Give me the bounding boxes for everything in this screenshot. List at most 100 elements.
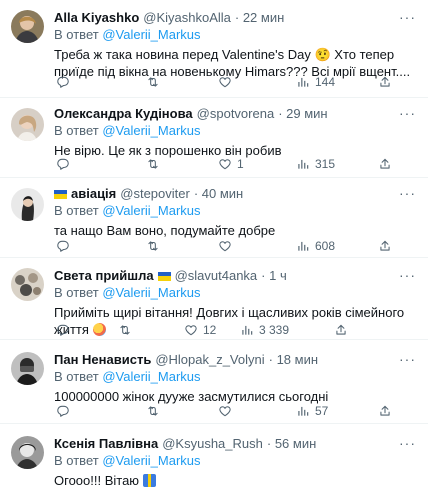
author-handle[interactable]: @stepoviter <box>120 186 190 202</box>
mention-link[interactable]: @Valerii_Markus <box>102 369 200 384</box>
avatar[interactable] <box>11 268 44 301</box>
reply-context: В ответ @Valerii_Markus <box>54 27 416 43</box>
tweet[interactable]: Alla Kiyashko @KiyashkoAlla · 22 мин ···… <box>0 0 428 98</box>
timestamp[interactable]: · 29 мин <box>278 106 327 122</box>
more-icon[interactable]: ··· <box>399 352 416 366</box>
views-button[interactable]: 3 339 <box>240 323 289 337</box>
timestamp[interactable]: · 40 мин <box>194 186 243 202</box>
mention-link[interactable]: @Valerii_Markus <box>102 285 200 300</box>
views-count: 315 <box>315 157 336 171</box>
tweet-text: Огоoo!!! Вітаю <box>54 473 140 488</box>
avatar[interactable] <box>11 10 44 43</box>
reply-prefix: В ответ <box>54 285 99 300</box>
author-handle[interactable]: @KiyashkoAlla <box>143 10 231 26</box>
like-icon <box>218 404 232 418</box>
tweet[interactable]: Олександра Кудінова @spotvorena · 29 мин… <box>0 98 428 178</box>
retweet-button[interactable] <box>146 75 165 89</box>
author-name[interactable]: Ксенія Павлівна <box>54 436 158 452</box>
author-handle[interactable]: @Ksyusha_Rush <box>162 436 263 452</box>
retweet-icon <box>118 323 132 337</box>
mention-link[interactable]: @Valerii_Markus <box>102 27 200 42</box>
tweet-text: та нащо Вам воно, подумайте добре <box>54 223 276 238</box>
reply-button[interactable] <box>56 323 75 337</box>
retweet-button[interactable] <box>118 323 137 337</box>
tweet[interactable]: Света прийшла @slavut4anka · 1 ч ··· В о… <box>0 258 428 340</box>
share-button[interactable] <box>378 75 392 89</box>
share-icon <box>378 157 392 171</box>
views-count: 3 339 <box>259 323 290 337</box>
reply-button[interactable] <box>56 157 75 171</box>
reply-context: В ответ @Valerii_Markus <box>54 203 416 219</box>
like-button[interactable] <box>218 75 237 89</box>
tweet-text: 100000000 жінок дууже засмутилися сьогод… <box>54 389 329 404</box>
more-icon[interactable]: ··· <box>399 268 416 282</box>
retweet-icon <box>146 75 160 89</box>
retweet-icon <box>146 157 160 171</box>
like-icon <box>218 75 232 89</box>
like-icon <box>184 323 198 337</box>
views-button[interactable]: 144 <box>296 75 335 89</box>
tweet-text-wrap: Огоoo!!! Вітаю <box>54 472 416 489</box>
views-icon <box>296 239 310 253</box>
author-name[interactable]: Света прийшла <box>54 268 154 284</box>
retweet-button[interactable] <box>146 404 165 418</box>
ukraine-flag-icon <box>157 271 171 281</box>
views-button[interactable]: 315 <box>296 157 335 171</box>
tweet[interactable]: Пан Ненависть @Hlopak_z_Volyni · 18 мин … <box>0 340 428 424</box>
share-button[interactable] <box>378 404 392 418</box>
retweet-button[interactable] <box>146 157 165 171</box>
reply-context: В ответ @Valerii_Markus <box>54 123 416 139</box>
author-name[interactable]: авіація <box>71 186 116 202</box>
reply-icon <box>56 323 70 337</box>
share-button[interactable] <box>378 239 392 253</box>
views-button[interactable]: 608 <box>296 239 335 253</box>
reply-icon <box>56 404 70 418</box>
avatar[interactable] <box>11 352 44 385</box>
more-icon[interactable]: ··· <box>399 10 416 24</box>
share-button[interactable] <box>378 157 392 171</box>
mention-link[interactable]: @Valerii_Markus <box>102 203 200 218</box>
timestamp[interactable]: · 18 мин <box>269 352 318 368</box>
retweet-icon <box>146 239 160 253</box>
views-icon <box>240 323 254 337</box>
more-icon[interactable]: ··· <box>399 436 416 450</box>
more-icon[interactable]: ··· <box>399 186 416 200</box>
author-name[interactable]: Alla Kiyashko <box>54 10 139 26</box>
like-count: 12 <box>203 323 217 337</box>
like-button[interactable]: 12 <box>184 323 216 337</box>
like-button[interactable] <box>218 404 237 418</box>
author-handle[interactable]: @Hlopak_z_Volyni <box>155 352 264 368</box>
mention-link[interactable]: @Valerii_Markus <box>102 123 200 138</box>
ukraine-flag-icon <box>54 189 67 199</box>
reply-context: В ответ @Valerii_Markus <box>54 369 416 385</box>
author-name[interactable]: Пан Ненависть <box>54 352 151 368</box>
reply-button[interactable] <box>56 75 75 89</box>
tweet[interactable]: Ксенія Павлівна @Ksyusha_Rush · 56 мин ·… <box>0 424 428 488</box>
author-name[interactable]: Олександра Кудінова <box>54 106 193 122</box>
timestamp[interactable]: · 56 мин <box>267 436 316 452</box>
avatar[interactable] <box>11 108 44 141</box>
reply-icon <box>56 239 70 253</box>
timestamp[interactable]: · 1 ч <box>261 268 287 284</box>
author-handle[interactable]: @slavut4anka <box>175 268 258 284</box>
retweet-button[interactable] <box>146 239 165 253</box>
avatar[interactable] <box>11 188 44 221</box>
share-icon <box>378 404 392 418</box>
gift-emoji-icon <box>142 474 156 487</box>
avatar[interactable] <box>11 436 44 469</box>
timestamp[interactable]: · 22 мин <box>235 10 284 26</box>
reply-prefix: В ответ <box>54 123 99 138</box>
author-handle[interactable]: @spotvorena <box>197 106 275 122</box>
reply-button[interactable] <box>56 404 75 418</box>
views-button[interactable]: 57 <box>296 404 328 418</box>
tweet[interactable]: авіація @stepoviter · 40 мин ··· В ответ… <box>0 178 428 258</box>
reply-button[interactable] <box>56 239 75 253</box>
mention-link[interactable]: @Valerii_Markus <box>102 453 200 468</box>
reply-icon <box>56 75 70 89</box>
more-icon[interactable]: ··· <box>399 106 416 120</box>
share-button[interactable] <box>334 323 348 337</box>
reply-prefix: В ответ <box>54 453 99 468</box>
like-button[interactable]: 1 <box>218 157 244 171</box>
reply-icon <box>56 157 70 171</box>
like-button[interactable] <box>218 239 237 253</box>
